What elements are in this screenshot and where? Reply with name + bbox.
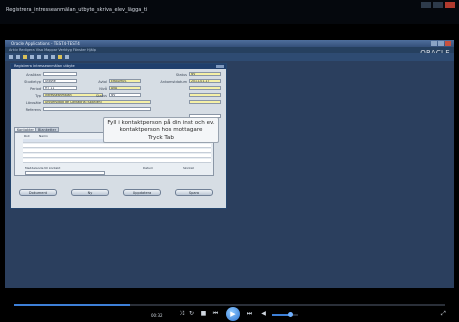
paste-icon[interactable] [44,55,48,59]
field-label: Status [95,94,107,98]
player-title-bar: Registrera_intresseanmälan_utbyte_skriva… [0,0,459,24]
stop-icon[interactable]: ■ [199,310,208,318]
table-row[interactable] [23,144,211,148]
column-header: Roll [24,134,30,138]
print-icon[interactable] [23,55,27,59]
seek-bar-fill [14,304,131,306]
tooltip-line: Tryck Tab [148,134,174,141]
volume-icon[interactable]: ◀ [259,310,268,318]
open-icon[interactable] [9,55,13,59]
new-button[interactable]: Ny [71,189,109,196]
volume-slider[interactable] [272,312,298,317]
table-row[interactable] [23,154,211,158]
screen: Registrera_intresseanmälan_utbyte_skriva… [0,0,459,322]
field-label: Typ [35,94,41,98]
institution-field[interactable]: Universidad de Cantabria (Spanien) [43,100,151,104]
field-label: Avtal [98,80,107,84]
app-maximize-icon[interactable] [438,41,444,46]
app-minimize-icon[interactable] [431,41,437,46]
volume-knob[interactable] [287,312,293,317]
table-row[interactable] [23,159,211,163]
cut-icon[interactable] [30,55,34,59]
field-label: Period [30,87,41,91]
extra-field-1[interactable] [189,86,221,90]
summary-label: Meddelande till kontakt [25,166,61,170]
app-close-icon[interactable] [445,41,451,46]
fullscreen-icon[interactable]: ⤢ [441,310,446,318]
update-button[interactable]: Uppdatera [123,189,161,196]
video-frame[interactable]: Oracle Applications - TEST4-TEST4 Arkiv … [5,40,454,288]
save-button[interactable]: Spara [175,189,213,196]
summary-label: Skickat [183,166,194,170]
elapsed-time: 00:32 [151,313,163,318]
find-icon[interactable] [51,55,55,59]
table-row[interactable] [23,149,211,153]
agreement-field[interactable]: ERASMUS [109,79,141,83]
document-button[interactable]: Dokument [19,189,57,196]
application-field[interactable] [43,72,77,76]
extra-field-2[interactable] [189,93,221,97]
form-title-bar: Registrera intresseanmälan utbyte [11,64,226,69]
form-title: Registrera intresseanmälan utbyte [14,64,75,68]
close-icon[interactable] [445,2,455,8]
play-icon[interactable]: ▶ [226,307,240,321]
minimize-icon[interactable] [421,2,431,8]
period-field[interactable]: HT 11 [43,86,77,90]
field-label: Ankomstdatum [160,80,187,84]
field-label: Studietyp [24,80,41,84]
player-controls: 00:32 ⤨ ↻ ■ ⏮ ▶ ⏭ ◀ ⤢ [0,290,459,322]
field-label: Nivå [99,87,107,91]
previous-icon[interactable]: ⏮ [211,310,220,318]
message-field[interactable] [25,171,105,175]
app-menu-items[interactable]: Arkiv Redigera Visa Mappar Verktyg Fönst… [9,48,96,52]
app-window-title: Oracle Applications - TEST4-TEST4 [11,41,80,46]
attachment-icon[interactable] [58,55,62,59]
copy-icon[interactable] [37,55,41,59]
window-controls [421,2,455,8]
instruction-tooltip: Fyll i kontaktperson på din inst och ev.… [103,117,219,143]
right-status-field[interactable]: Ny [189,72,221,76]
field-label: Lärosäte [25,101,41,105]
extra-field-3[interactable] [189,100,221,104]
study-type-field[interactable]: Utbyte [43,79,77,83]
reference-field[interactable] [43,107,151,111]
tooltip-line: Fyll i kontaktperson på din inst och ev. [107,120,215,126]
maximize-icon[interactable] [433,2,443,8]
app-toolbar [5,53,454,61]
field-label: Referens [25,108,41,112]
tooltip-line: kontaktperson hos mottagare [119,127,203,134]
field-label: Status [175,73,187,77]
status-field[interactable]: Ny [109,93,141,97]
summary-label: Datum [143,166,154,170]
field-label: Ansökan [26,73,41,77]
next-icon[interactable]: ⏭ [245,310,254,318]
form-window-controls[interactable] [216,65,224,68]
app-title-bar: Oracle Applications - TEST4-TEST4 [5,40,454,47]
arrival-date-field[interactable]: 2011-01-17 [189,79,221,83]
shuffle-icon[interactable]: ⤨ [177,310,186,318]
save-icon[interactable] [16,55,20,59]
app-window-controls [431,41,451,46]
column-header: Namn [39,134,48,138]
toolbar-icons [9,55,69,59]
video-title: Registrera_intresseanmälan_utbyte_skriva… [6,7,148,13]
level-field[interactable]: AVA [109,86,141,90]
seek-bar[interactable] [14,304,445,306]
help-icon[interactable] [65,55,69,59]
repeat-icon[interactable]: ↻ [187,310,196,318]
